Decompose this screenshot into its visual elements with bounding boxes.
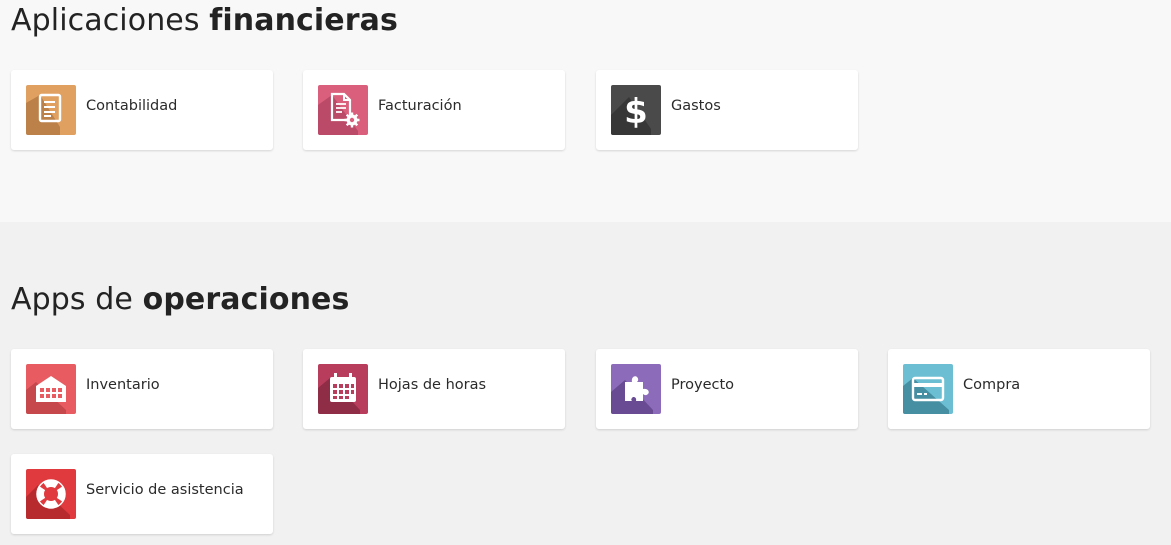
lifebuoy-icon <box>26 469 76 519</box>
financial-apps-heading: Aplicaciones financieras <box>11 3 398 38</box>
app-label-gastos: Gastos <box>671 98 721 114</box>
app-card-compra[interactable]: Compra <box>888 349 1150 429</box>
app-card-gastos[interactable]: $ Gastos <box>596 70 858 150</box>
heading-light-text: Aplicaciones <box>11 3 200 38</box>
operations-apps-section: Apps de operaciones Inventario Hojas de … <box>0 222 1171 545</box>
app-card-facturacion[interactable]: Facturación <box>303 70 565 150</box>
app-label-compra: Compra <box>963 377 1021 393</box>
app-label-facturacion: Facturación <box>378 98 462 114</box>
calendar-grid-icon <box>318 364 368 414</box>
accounting-document-icon <box>26 85 76 135</box>
heading-bold-text: financieras <box>209 3 398 38</box>
app-card-hojas-de-horas[interactable]: Hojas de horas <box>303 349 565 429</box>
app-label-proyecto: Proyecto <box>671 377 735 393</box>
credit-card-icon <box>903 364 953 414</box>
invoice-gear-icon <box>318 85 368 135</box>
svg-text:$: $ <box>624 92 648 132</box>
app-card-proyecto[interactable]: Proyecto <box>596 349 858 429</box>
app-label-inventario: Inventario <box>86 377 160 393</box>
dollar-sign-icon: $ <box>611 85 661 135</box>
operations-apps-heading: Apps de operaciones <box>11 282 349 317</box>
app-label-hojas-de-horas: Hojas de horas <box>378 377 487 393</box>
app-card-servicio-de-asistencia[interactable]: Servicio de asistencia <box>11 454 273 534</box>
app-card-contabilidad[interactable]: Contabilidad <box>11 70 273 150</box>
heading-bold-text: operaciones <box>142 282 350 317</box>
app-card-inventario[interactable]: Inventario <box>11 349 273 429</box>
app-label-contabilidad: Contabilidad <box>86 98 178 114</box>
financial-apps-section: Aplicaciones financieras Contabilidad Fa… <box>0 0 1171 222</box>
puzzle-piece-icon <box>611 364 661 414</box>
warehouse-icon <box>26 364 76 414</box>
app-label-servicio-de-asistencia: Servicio de asistencia <box>86 482 244 498</box>
heading-light-text: Apps de <box>11 282 133 317</box>
